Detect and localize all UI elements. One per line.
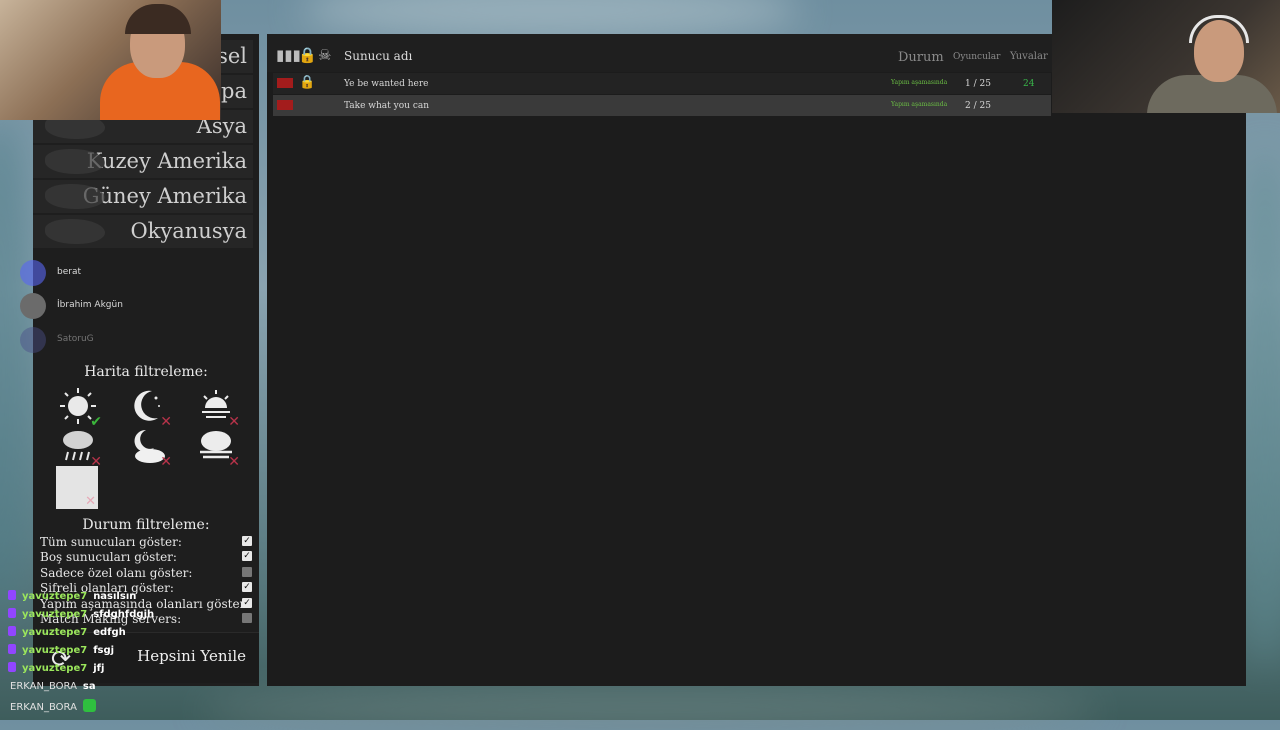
moon-icon[interactable]: ✕	[128, 386, 172, 430]
discord-user: SatoruG	[20, 327, 170, 353]
map-icon	[45, 149, 105, 174]
sub-badge-icon	[8, 626, 16, 636]
night-cloud-icon[interactable]: ✕	[128, 426, 172, 470]
slots-column[interactable]: Yuvalar	[1010, 51, 1048, 62]
server-name: Ye be wanted here	[344, 79, 429, 89]
skull-icon[interactable]: ☠	[318, 46, 331, 64]
discord-user: berat	[20, 260, 170, 286]
close-icon: ✕	[85, 494, 96, 509]
sunset-icon[interactable]: ✕	[196, 386, 240, 430]
headphones-icon	[125, 4, 191, 34]
server-players: 2 / 25	[965, 101, 991, 111]
server-list-panel: ▮▮▮ 🔒 ☠ Sunucu adı Durum Oyuncular Yuval…	[267, 34, 1246, 686]
server-state: Yapım aşamasında	[891, 101, 948, 108]
chat-message: yavuztepe7 nasılsın	[0, 590, 136, 606]
server-row[interactable]: 🔒 Ye be wanted here Yapım aşamasında 1 /…	[273, 73, 1051, 94]
region-okyanusya[interactable]: Okyanusya	[33, 215, 253, 248]
map-icon	[45, 219, 105, 244]
sub-badge-icon	[8, 608, 16, 618]
chat-text: edfgh	[93, 627, 126, 638]
headphones-icon	[1189, 15, 1249, 43]
chat-username: yavuztepe7	[22, 627, 88, 638]
status-option-label: Tüm sunucuları göster:	[40, 535, 182, 549]
discord-icon	[20, 260, 46, 286]
chat-message: yavuztepe7 sfdghfdgjh	[0, 608, 154, 624]
server-name-column[interactable]: Sunucu adı	[344, 49, 412, 63]
region-label: Güney Amerika	[82, 184, 247, 208]
chat-username: yavuztepe7	[22, 663, 88, 674]
ping-indicator	[277, 100, 293, 110]
chat-text: jfj	[93, 663, 105, 674]
chat-username: yavuztepe7	[22, 609, 88, 620]
ping-indicator	[277, 78, 293, 88]
checkbox[interactable]	[242, 613, 252, 623]
discord-username: İbrahim Akgün	[57, 300, 123, 310]
status-option[interactable]: Boş sunucuları göster: ✓	[40, 550, 252, 565]
chat-username: ERKAN_BORA	[10, 681, 77, 692]
status-column[interactable]: Durum	[898, 50, 944, 65]
status-option[interactable]: Tüm sunucuları göster: ✓	[40, 535, 252, 550]
emote-icon	[82, 699, 96, 712]
rain-icon[interactable]: ✕	[58, 426, 102, 470]
refresh-label: Hepsini Yenile	[137, 647, 246, 665]
sub-badge-icon	[8, 644, 16, 654]
custom-weather-toggle[interactable]: ✕	[56, 466, 98, 509]
map-icon	[45, 184, 105, 209]
discord-username: SatoruG	[57, 334, 94, 344]
close-icon: ✕	[160, 454, 172, 470]
region-label: Okyanusya	[130, 219, 247, 243]
sub-badge-icon	[8, 662, 16, 672]
close-icon: ✕	[228, 454, 240, 470]
chat-message: ERKAN_BORA	[10, 699, 96, 715]
status-filter-title: Durum filtreleme:	[82, 517, 210, 533]
checkbox[interactable]	[242, 567, 252, 577]
server-players: 1 / 25	[965, 79, 991, 89]
chat-username: yavuztepe7	[22, 591, 88, 602]
region-guney-amerika[interactable]: Güney Amerika	[33, 180, 253, 213]
checkbox[interactable]: ✓	[242, 536, 252, 546]
region-label: Kuzey Amerika	[86, 149, 247, 173]
server-state: Yapım aşamasında	[891, 79, 948, 86]
chat-text: fsgj	[93, 645, 115, 656]
chat-username: yavuztepe7	[22, 645, 88, 656]
server-slots: 24	[1023, 79, 1035, 89]
fog-icon[interactable]: ✕	[196, 426, 240, 470]
chat-text: nasılsın	[93, 591, 137, 602]
checkbox[interactable]: ✓	[242, 582, 252, 592]
discord-user: İbrahim Akgün	[20, 293, 170, 319]
chat-message: yavuztepe7 jfj	[0, 662, 104, 678]
sub-badge-icon	[8, 590, 16, 600]
status-option-label: Boş sunucuları göster:	[40, 550, 177, 564]
region-kuzey-amerika[interactable]: Kuzey Amerika	[33, 145, 253, 178]
checkbox[interactable]: ✓	[242, 598, 252, 608]
discord-username: berat	[57, 267, 81, 277]
avatar	[20, 293, 46, 319]
status-option[interactable]: Sadece özel olanı göster:	[40, 566, 252, 581]
chat-message: yavuztepe7 edfgh	[0, 626, 126, 642]
players-column[interactable]: Oyuncular	[953, 52, 1000, 62]
avatar	[20, 327, 46, 353]
region-filter-panel: Genesel Avrupa Asya Kuzey Amerika Güney …	[33, 34, 259, 686]
streamer-webcam	[0, 0, 221, 120]
guest-webcam	[1052, 0, 1280, 113]
chat-username: ERKAN_BORA	[10, 702, 77, 713]
status-option-label: Sadece özel olanı göster:	[40, 566, 193, 580]
server-name: Take what you can	[344, 101, 430, 111]
lock-icon: 🔒	[299, 75, 316, 90]
lock-icon[interactable]: 🔒	[298, 46, 317, 64]
chat-message: ERKAN_BORA sa	[10, 681, 96, 697]
checkbox[interactable]: ✓	[242, 551, 252, 561]
chat-text: sfdghfdgjh	[93, 609, 155, 620]
chat-message: yavuztepe7 fsgj	[0, 644, 114, 660]
sun-icon[interactable]: ✔	[58, 386, 102, 430]
map-filter-title: Harita filtreleme:	[84, 364, 208, 380]
chat-text: sa	[82, 681, 96, 692]
server-row[interactable]: Take what you can Yapım aşamasında 2 / 2…	[273, 95, 1051, 116]
